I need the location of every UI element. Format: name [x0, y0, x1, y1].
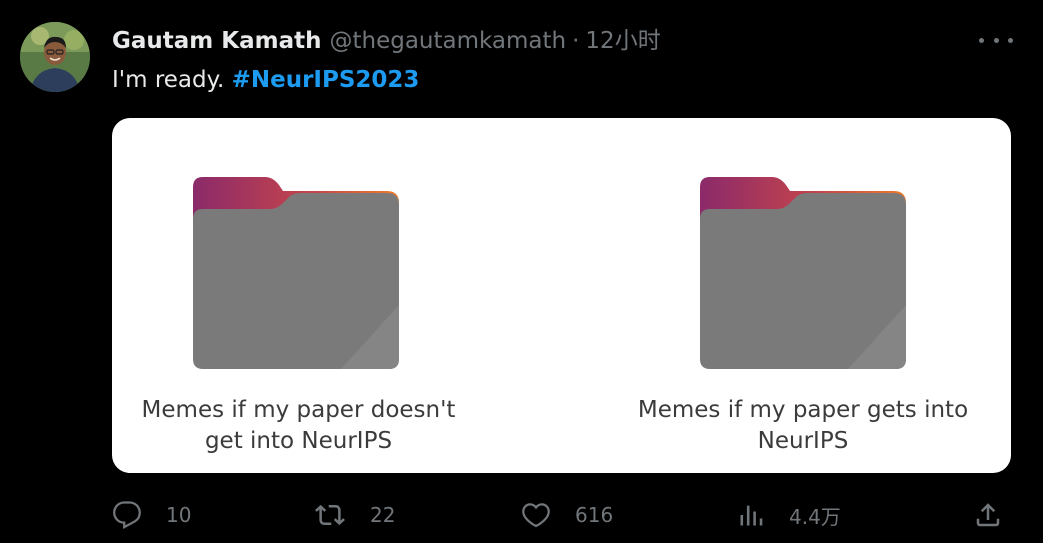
- like-button[interactable]: 616: [521, 496, 613, 534]
- more-dot: [1008, 37, 1013, 43]
- tweet-text: I'm ready. #NeurIPS2023: [112, 64, 419, 96]
- tweet-actions: 10 22 616 4.4万: [112, 496, 1011, 534]
- right-caption-line2: NeurIPS: [757, 428, 849, 454]
- right-meme-caption: Memes if my paper gets into NeurIPS: [621, 395, 985, 457]
- views-count: 4.4万: [789, 504, 841, 529]
- share-button[interactable]: [973, 496, 1003, 534]
- tweet-text-main: I'm ready.: [112, 67, 225, 93]
- reply-button[interactable]: 10: [112, 496, 191, 534]
- retweet-count: 22: [370, 503, 396, 527]
- views-button[interactable]: 4.4万: [737, 496, 841, 534]
- retweet-button[interactable]: 22: [314, 496, 395, 534]
- folder-icon: [700, 177, 906, 369]
- like-count: 616: [575, 503, 614, 527]
- avatar-image: [20, 22, 90, 92]
- analytics-icon: [740, 505, 763, 526]
- reply-count: 10: [166, 503, 192, 527]
- hashtag-link[interactable]: #NeurIPS2023: [232, 67, 420, 93]
- more-options-button[interactable]: [979, 28, 1013, 52]
- retweet-icon: [315, 504, 345, 526]
- left-caption-line1: Memes if my paper doesn't: [141, 397, 456, 423]
- tweet-header: Gautam Kamath @thegautamkamath · 12小时: [112, 26, 661, 56]
- header-separator: ·: [572, 28, 580, 54]
- share-icon: [976, 503, 1000, 527]
- author-display-name[interactable]: Gautam Kamath: [112, 26, 321, 56]
- tweet-media-image[interactable]: Memes if my paper doesn't get into NeurI…: [112, 118, 1011, 473]
- more-dot: [993, 37, 999, 43]
- author-handle[interactable]: @thegautamkamath: [329, 26, 566, 56]
- more-horizontal-icon: [979, 37, 984, 43]
- right-caption-line1: Memes if my paper gets into: [637, 397, 969, 423]
- reply-icon: [113, 501, 141, 530]
- tweet[interactable]: Gautam Kamath @thegautamkamath · 12小时 I'…: [0, 0, 1043, 543]
- avatar[interactable]: [20, 22, 90, 92]
- heart-icon: [522, 503, 550, 528]
- left-caption-line2: get into NeurIPS: [204, 428, 393, 454]
- tweet-timestamp[interactable]: 12小时: [585, 26, 660, 56]
- left-meme-caption: Memes if my paper doesn't get into NeurI…: [126, 395, 471, 457]
- folder-icon: [193, 177, 399, 369]
